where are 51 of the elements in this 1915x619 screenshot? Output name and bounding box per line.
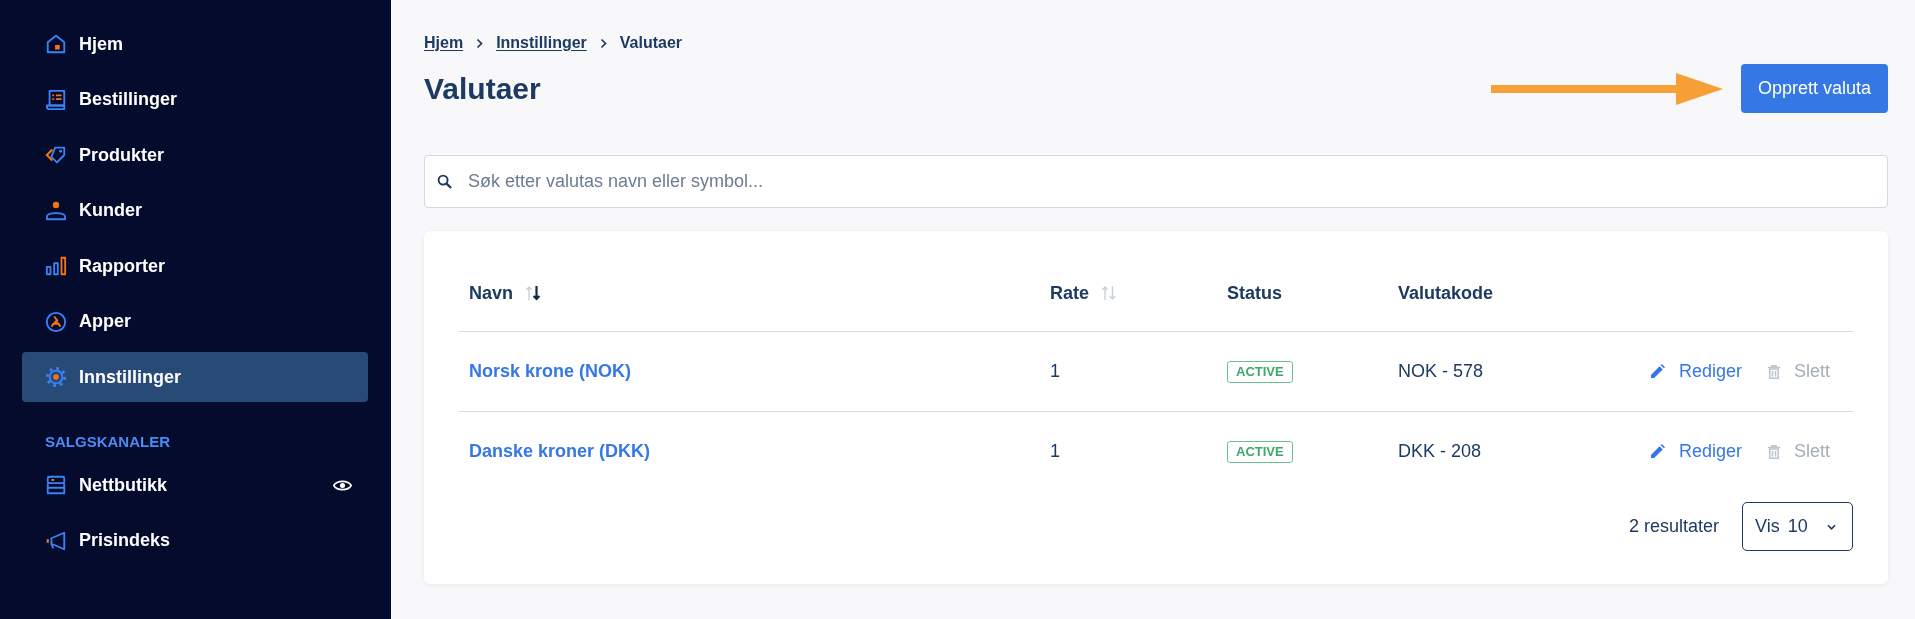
result-count: 2 resultater [1628, 516, 1719, 537]
pencil-icon [1649, 364, 1665, 379]
eye-icon[interactable] [333, 478, 352, 492]
settings-icon [45, 366, 67, 388]
sidebar-item[interactable]: Nettbutikk [22, 460, 368, 510]
box-icon [45, 474, 67, 496]
create-currency-button[interactable]: Opprett valuta [1740, 64, 1888, 113]
sidebar-item[interactable]: Kunder [22, 185, 368, 236]
currency-name-link[interactable]: Norsk krone (NOK) [469, 361, 632, 382]
column-header: Valutakode [1398, 282, 1494, 304]
sort-icon[interactable] [525, 284, 541, 302]
receipt-icon [45, 88, 67, 111]
sidebar-item[interactable]: Rapporter [22, 241, 368, 291]
bar-chart-icon [45, 255, 67, 277]
tag-icon [45, 144, 67, 166]
search-field[interactable]: Søk etter valutas navn eller symbol... [424, 155, 1888, 208]
column-header: Status [1227, 282, 1282, 304]
trash-icon [1767, 364, 1780, 379]
sidebar-item[interactable]: Hjem [22, 19, 368, 69]
rate-cell: 1 [1050, 441, 1060, 462]
pencil-icon [1649, 444, 1665, 459]
chevron-icon [476, 37, 484, 49]
column-header: Rate [1050, 282, 1089, 304]
circle-emblem-icon [45, 310, 67, 333]
house-icon [45, 33, 67, 55]
page-size-dropdown[interactable]: Vis 10 [1742, 502, 1853, 551]
chevron-icon [599, 37, 607, 49]
sidebar-item[interactable]: Bestillinger [22, 74, 368, 125]
status-badge: ACTIVE [1227, 360, 1293, 383]
rate-cell: 1 [1050, 361, 1060, 382]
page-title: Valutaer [424, 71, 542, 106]
trash-icon [1767, 444, 1780, 459]
sidebar-item[interactable]: Innstillinger [22, 352, 368, 402]
sidebar-item[interactable]: Apper [22, 296, 368, 347]
status-badge: ACTIVE [1227, 440, 1293, 463]
sidebar-item[interactable]: Produkter [22, 130, 368, 180]
search-icon [437, 174, 452, 189]
currency-code-cell: DKK - 208 [1398, 441, 1482, 462]
edit-button[interactable]: Rediger [1649, 361, 1742, 382]
section-heading: SALGSKANALER [44, 432, 170, 452]
breadcrumb-current: Valutaer [619, 34, 683, 52]
sidebar-item[interactable]: Prisindeks [22, 515, 368, 566]
currency-code-cell: NOK - 578 [1398, 361, 1484, 382]
currency-name-link[interactable]: Danske kroner (DKK) [469, 441, 651, 462]
person-icon [45, 199, 67, 222]
megaphone-icon [45, 529, 67, 552]
breadcrumb-link[interactable]: Hjem [424, 34, 464, 52]
caret-icon [1827, 523, 1836, 530]
edit-button[interactable]: Rediger [1649, 441, 1742, 462]
breadcrumb-link[interactable]: Innstillinger [496, 34, 587, 52]
column-header: Navn [469, 282, 513, 304]
